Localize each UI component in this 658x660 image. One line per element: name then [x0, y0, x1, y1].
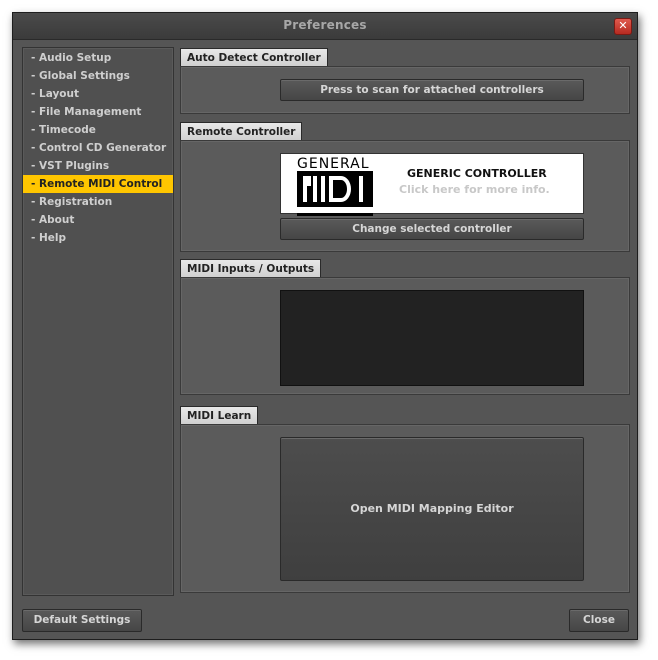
midi-logo-mark — [297, 171, 373, 207]
window-title: Preferences — [283, 18, 367, 32]
auto-detect-box: Press to scan for attached controllers — [180, 66, 630, 114]
sidebar-item-vst-plugins[interactable]: - VST Plugins — [23, 157, 173, 175]
title-bar[interactable]: Preferences ✕ — [13, 13, 637, 40]
remote-controller-box: GENERAL GENERIC CONTROLLER Click here fo… — [180, 140, 630, 252]
auto-detect-tab: Auto Detect Controller — [180, 48, 328, 67]
logo-general-text: GENERAL — [297, 156, 370, 172]
close-icon[interactable]: ✕ — [614, 18, 632, 35]
close-button[interactable]: Close — [569, 609, 629, 632]
preferences-sidebar: - Audio Setup - Global Settings - Layout… — [22, 47, 174, 596]
sidebar-item-help[interactable]: - Help — [23, 229, 173, 247]
controller-info-panel[interactable]: GENERAL GENERIC CONTROLLER Click here fo… — [280, 153, 584, 216]
midi-learn-tab: MIDI Learn — [180, 406, 259, 425]
controller-info-link[interactable]: Click here for more info. — [399, 183, 550, 196]
logo-underline — [297, 213, 373, 216]
sidebar-item-control-cd-generator[interactable]: - Control CD Generator — [23, 139, 173, 157]
default-settings-button[interactable]: Default Settings — [22, 609, 142, 632]
open-midi-mapping-editor-button[interactable]: Open MIDI Mapping Editor — [280, 437, 584, 581]
general-midi-logo: GENERAL — [297, 156, 377, 216]
nav-list: - Audio Setup - Global Settings - Layout… — [23, 49, 173, 247]
midi-learn-box: Open MIDI Mapping Editor — [180, 424, 630, 593]
sidebar-item-timecode[interactable]: - Timecode — [23, 121, 173, 139]
sidebar-item-global-settings[interactable]: - Global Settings — [23, 67, 173, 85]
preferences-window: Preferences ✕ - Audio Setup - Global Set… — [12, 12, 638, 640]
auto-detect-section: Auto Detect Controller Press to scan for… — [180, 48, 630, 128]
sidebar-item-file-management[interactable]: - File Management — [23, 103, 173, 121]
scan-controllers-button[interactable]: Press to scan for attached controllers — [280, 79, 584, 101]
sidebar-item-audio-setup[interactable]: - Audio Setup — [23, 49, 173, 67]
midi-io-list[interactable] — [280, 290, 584, 386]
sidebar-item-layout[interactable]: - Layout — [23, 85, 173, 103]
midi-io-box — [180, 277, 630, 395]
remote-controller-tab: Remote Controller — [180, 122, 303, 141]
change-controller-button[interactable]: Change selected controller — [280, 218, 584, 240]
controller-name: GENERIC CONTROLLER — [407, 167, 547, 180]
sidebar-item-remote-midi-control[interactable]: - Remote MIDI Control — [23, 175, 173, 193]
sidebar-item-registration[interactable]: - Registration — [23, 193, 173, 211]
sidebar-item-about[interactable]: - About — [23, 211, 173, 229]
midi-io-tab: MIDI Inputs / Outputs — [180, 259, 322, 278]
